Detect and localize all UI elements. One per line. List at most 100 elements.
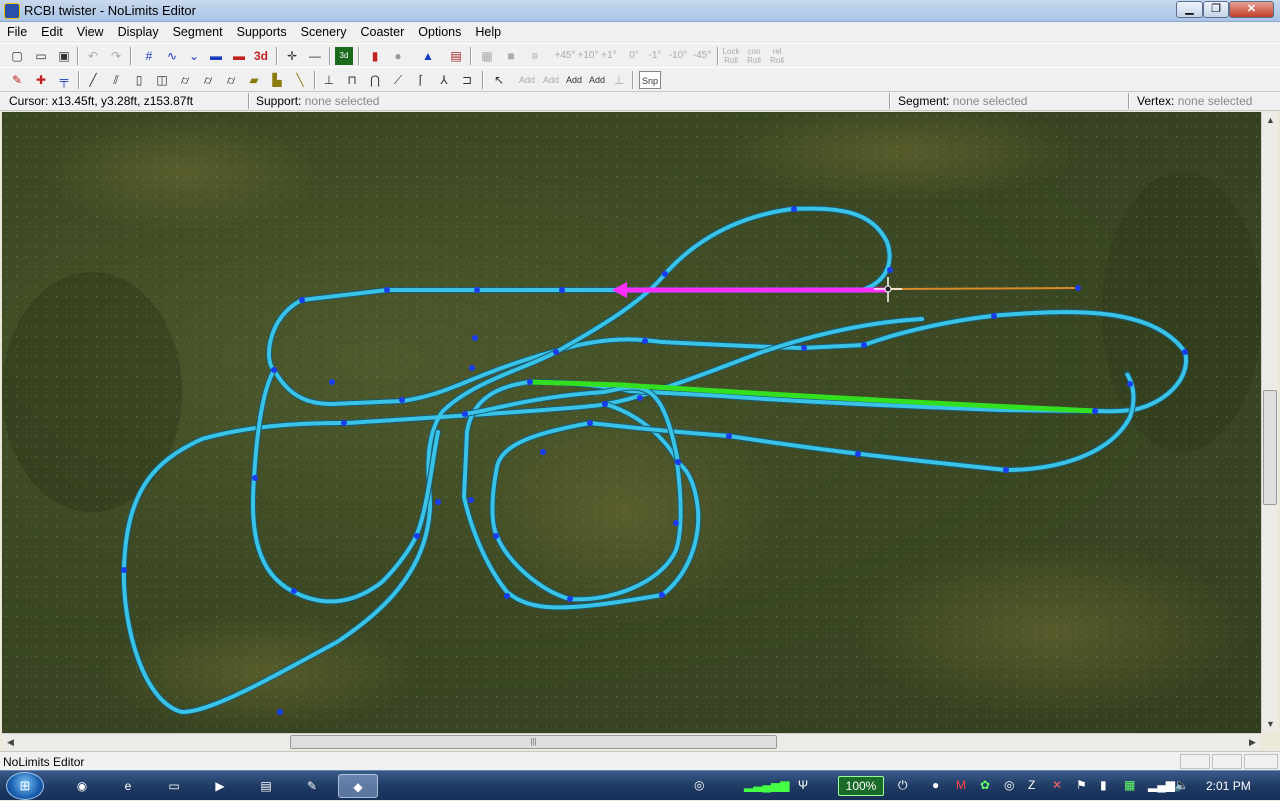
menu-segment[interactable]: Segment xyxy=(166,22,230,42)
tray-green-icon[interactable]: ✿ xyxy=(980,778,990,792)
menu-file[interactable]: File xyxy=(0,22,34,42)
rail-icon[interactable]: ╲ xyxy=(291,71,309,89)
app-icon[interactable] xyxy=(4,3,20,19)
tray-yellow-icon[interactable]: ● xyxy=(932,778,939,792)
track-vertex[interactable] xyxy=(121,567,127,573)
media-player-icon[interactable]: ▶ xyxy=(200,774,240,798)
track-vertex[interactable] xyxy=(791,206,797,212)
track-vertex[interactable] xyxy=(1127,381,1133,387)
notepad-icon[interactable]: ▤ xyxy=(246,774,286,798)
track-vertex[interactable] xyxy=(855,451,861,457)
track-vertex[interactable] xyxy=(1092,408,1098,414)
train-red-icon[interactable]: ▬ xyxy=(230,47,248,65)
tray-mcafee-icon[interactable]: ✕ xyxy=(1052,778,1062,792)
vertical-scrollbar[interactable]: ▲ ▼ xyxy=(1261,112,1278,733)
tray-disc-icon[interactable]: ◎ xyxy=(1004,778,1014,792)
menu-view[interactable]: View xyxy=(70,22,111,42)
track-vertex[interactable] xyxy=(637,395,643,401)
tray-network-icon[interactable]: ▦ xyxy=(1124,778,1135,792)
support-bend-icon[interactable]: ⌈ xyxy=(412,71,430,89)
add-support-button[interactable]: Add xyxy=(516,71,538,89)
footer-icon[interactable]: ◫ xyxy=(153,71,171,89)
undo-icon[interactable]: ↶ xyxy=(84,47,102,65)
con-roll-button[interactable]: con Roll xyxy=(743,47,765,65)
add-point-icon[interactable]: ✛ xyxy=(283,47,301,65)
track-vertex[interactable] xyxy=(414,533,420,539)
menu-help[interactable]: Help xyxy=(468,22,508,42)
open-icon[interactable]: ▭ xyxy=(32,47,50,65)
menu-edit[interactable]: Edit xyxy=(34,22,70,42)
chrome-icon[interactable]: ◉ xyxy=(62,774,102,798)
pen-tool-icon[interactable]: ✎ xyxy=(292,774,332,798)
track-vertex[interactable] xyxy=(252,475,258,481)
support-cross-icon[interactable]: ✚ xyxy=(32,71,50,89)
support-t-icon[interactable]: ╤ xyxy=(55,71,73,89)
rel-roll-button[interactable]: rel Roll xyxy=(766,47,788,65)
track-vertex[interactable] xyxy=(553,349,559,355)
track-vertex[interactable] xyxy=(801,345,807,351)
track-grid-icon[interactable]: # xyxy=(140,47,158,65)
roll-minus-10-button[interactable]: -10° xyxy=(666,47,690,65)
warning-icon[interactable]: ▲ xyxy=(419,47,437,65)
tray-flag-icon[interactable]: ⚑ xyxy=(1076,778,1087,792)
track-view-icon[interactable]: 3d xyxy=(335,47,353,65)
track-editor-canvas[interactable] xyxy=(2,112,1261,733)
track-vertex[interactable] xyxy=(587,420,593,426)
support-frame-icon[interactable]: ⊓ xyxy=(343,71,361,89)
add-node-button[interactable]: Add xyxy=(563,71,585,89)
track-vertex[interactable] xyxy=(329,379,335,385)
track-vertex[interactable] xyxy=(468,497,474,503)
menu-coaster[interactable]: Coaster xyxy=(354,22,412,42)
support-curve-icon[interactable]: ⊐ xyxy=(458,71,476,89)
close-button[interactable]: ✕ xyxy=(1229,1,1274,18)
track-wave-icon[interactable]: ∿ xyxy=(163,47,181,65)
support-arch-icon[interactable]: ⋂ xyxy=(366,71,384,89)
select-pointer-icon[interactable]: ↖ xyxy=(490,71,508,89)
track-vertex[interactable] xyxy=(602,401,608,407)
track-vertex[interactable] xyxy=(1075,285,1081,291)
signal-bars-icon[interactable]: ▂▃▄▅▆ xyxy=(744,778,789,792)
track-curve-icon[interactable]: ⌄ xyxy=(185,47,203,65)
tray-signal-icon[interactable]: ▂▄▆ xyxy=(1148,778,1175,792)
traffic-light-icon[interactable]: ▮ xyxy=(366,47,384,65)
ground-icon[interactable]: ⊥ xyxy=(610,71,628,89)
track-vertex[interactable] xyxy=(435,499,441,505)
support-pole-icon[interactable]: ⊥ xyxy=(320,71,338,89)
nolimits-taskbar-button[interactable]: ◆ xyxy=(338,774,378,798)
scroll-right-arrow[interactable]: ▶ xyxy=(1244,734,1261,751)
menu-options[interactable]: Options xyxy=(411,22,468,42)
transfer-segment[interactable] xyxy=(887,287,1079,290)
track-vertex[interactable] xyxy=(887,267,893,273)
menu-supports[interactable]: Supports xyxy=(230,22,294,42)
tray-z-icon[interactable]: Z xyxy=(1028,778,1035,792)
track-vertex[interactable] xyxy=(474,287,480,293)
ie-icon[interactable]: e xyxy=(108,774,148,798)
menu-display[interactable]: Display xyxy=(111,22,166,42)
explorer-icon[interactable]: ▭ xyxy=(154,774,194,798)
cylinder-icon[interactable]: ⌭ xyxy=(176,71,194,89)
track-vertex[interactable] xyxy=(675,459,681,465)
track-vertex[interactable] xyxy=(291,588,297,594)
remove-point-icon[interactable]: — xyxy=(306,47,324,65)
track-vertex[interactable] xyxy=(462,411,468,417)
add-beam-button[interactable]: Add xyxy=(540,71,562,89)
track-vertex[interactable] xyxy=(277,709,283,715)
track-vertex[interactable] xyxy=(1182,349,1188,355)
stop-icon[interactable]: ● xyxy=(389,47,407,65)
track-vertex[interactable] xyxy=(659,592,665,598)
track-vertex[interactable] xyxy=(1003,467,1009,473)
track-vertex[interactable] xyxy=(504,593,510,599)
save-icon[interactable]: ▣ xyxy=(55,47,73,65)
track-vertex[interactable] xyxy=(472,335,478,341)
pillar-icon[interactable]: ▯ xyxy=(130,71,148,89)
horizontal-scroll-thumb[interactable]: ||| xyxy=(290,735,777,749)
roll-minus-1-button[interactable]: -1° xyxy=(644,47,666,65)
scroll-left-arrow[interactable]: ◀ xyxy=(2,734,19,751)
3d-view-icon[interactable]: 3d xyxy=(252,47,270,65)
wireless-icon[interactable]: Ψ xyxy=(798,778,808,792)
battery-indicator[interactable]: 100% xyxy=(838,776,884,796)
tray-mail-icon[interactable]: M xyxy=(956,778,966,792)
track-vertex[interactable] xyxy=(527,379,533,385)
beam-icon[interactable]: ╱ xyxy=(84,71,102,89)
roll-plus-1-button[interactable]: +1° xyxy=(598,47,620,65)
